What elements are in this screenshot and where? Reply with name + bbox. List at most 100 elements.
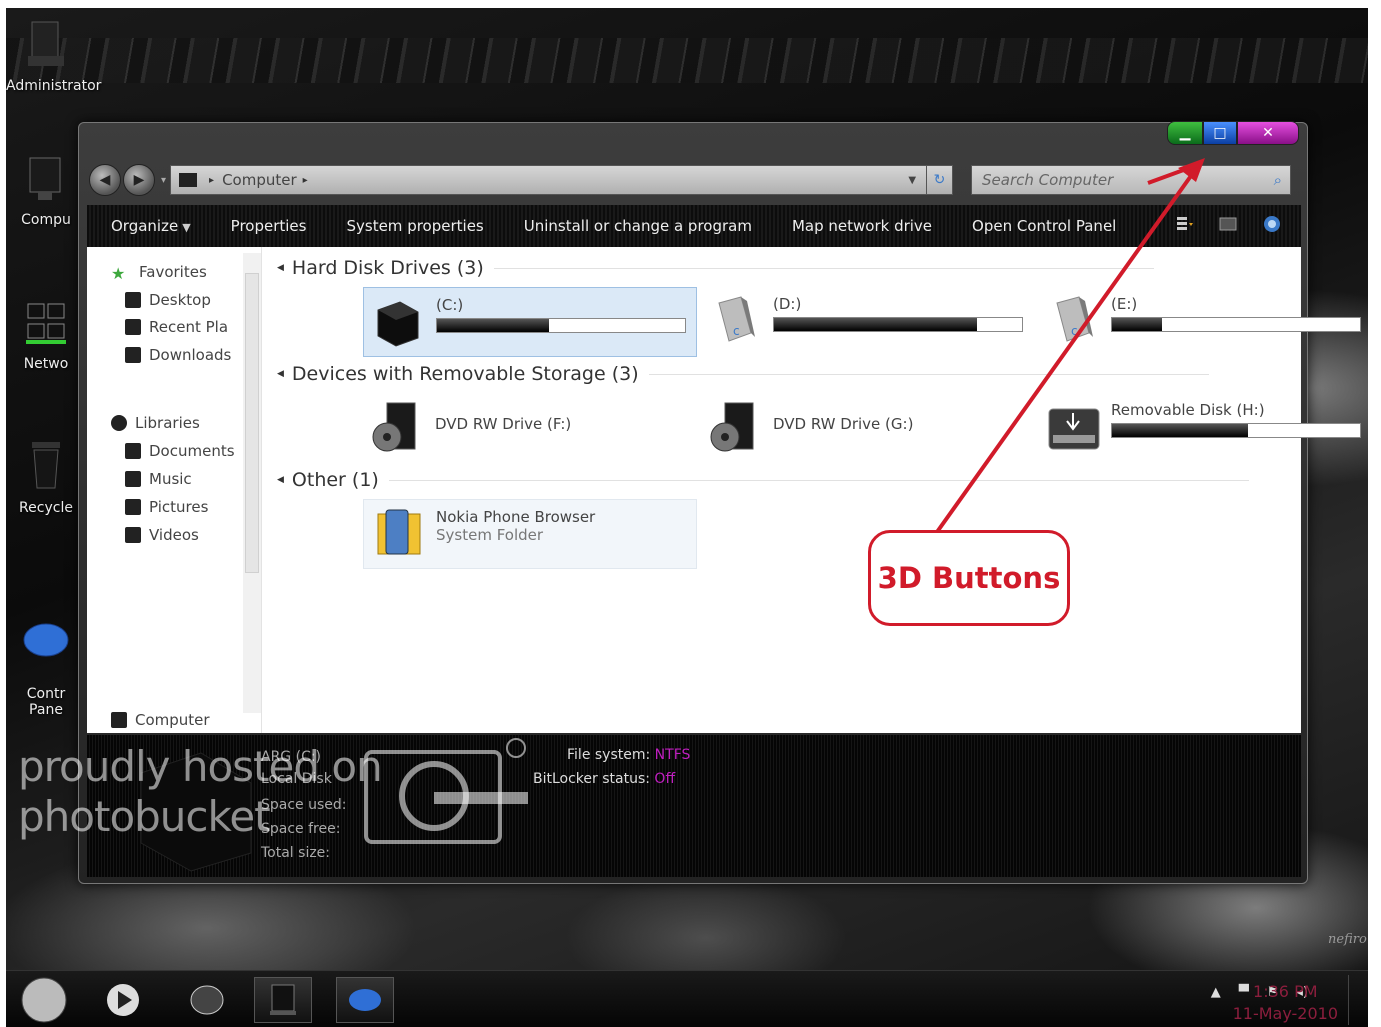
minimize-icon: ▁ [1179,125,1191,141]
group-header-hdd[interactable]: ◀ Hard Disk Drives (3) [277,257,1287,279]
map-network-drive-button[interactable]: Map network drive [792,217,932,235]
drive-usage-fill [1112,318,1162,331]
nav-label: Music [149,470,192,488]
address-dropdown-icon[interactable]: ▼ [908,175,916,186]
chevron-down-icon: ▼ [182,221,191,234]
drive-label: (C:) [436,296,464,314]
group-divider [493,267,1154,269]
watermark-line1: proudly hosted on [18,742,383,791]
collapse-icon: ◀ [277,263,284,273]
uninstall-label: Uninstall or change a program [523,217,752,235]
nav-label: Computer [135,711,210,729]
drive-label: (D:) [773,295,802,313]
taskbar-app[interactable] [178,977,236,1023]
group-title: Other (1) [291,469,379,491]
drive-f[interactable]: DVD RW Drive (F:) [363,393,697,463]
clock[interactable]: 1:36 PM 11-May-2010 [1233,981,1338,1025]
system-properties-label: System properties [346,217,484,235]
bitlocker-value: Off [654,771,676,787]
refresh-button[interactable]: ↻ [927,165,954,195]
help-icon[interactable] [1263,215,1281,233]
breadcrumb-separator-icon[interactable]: ▸ [209,175,214,186]
open-control-panel-button[interactable]: Open Control Panel [972,217,1116,235]
downloads-icon [125,347,141,363]
minimize-button[interactable]: ▁ [1167,121,1203,145]
group-title: Devices with Removable Storage (3) [291,363,639,385]
scrollbar-thumb[interactable] [245,273,259,573]
drive-c[interactable]: (C:) [363,287,697,357]
nav-label: Favorites [139,263,207,281]
item-type: System Folder [436,526,544,544]
system-properties-button[interactable]: System properties [346,217,483,235]
group-divider [648,373,1209,375]
drive-usage-bar [436,318,686,333]
properties-button[interactable]: Properties [231,217,307,235]
computer-icon [6,154,86,208]
music-icon [125,471,141,487]
desktop-icon-label: Contr Pane [26,686,66,718]
camera-logo-icon [364,738,528,844]
content-area: ★ Favorites Desktop Recent Pla Downloads … [87,247,1361,733]
organize-button[interactable]: Organize ▼ [111,217,191,235]
nokia-phone-browser[interactable]: Nokia Phone Browser System Folder [363,499,697,569]
desktop-icon [125,292,141,308]
taskbar-media-player[interactable] [94,977,152,1023]
watermark-line2: photobucket [18,792,271,841]
back-button[interactable]: ◀ [89,164,121,196]
search-icon[interactable]: ⌕ [1274,171,1282,189]
file-list-pane: ◀ Hard Disk Drives (3) (C:) c (D:) c (E:… [277,247,1361,733]
helmet-icon [190,985,224,1015]
drive-usage-bar [1111,423,1361,438]
taskbar: ▲ ▀ ⚑ ◂) 1:36 PM 11-May-2010 [6,970,1368,1027]
drive-usage-fill [774,318,978,331]
search-input[interactable]: Search Computer ⌕ [971,165,1292,195]
corner-signature: nefiro [1328,932,1367,947]
drive-d[interactable]: c (D:) [701,287,1035,357]
desktop-icon-computer[interactable]: Compu [6,154,86,228]
recent-pages-dropdown[interactable]: ▾ [161,175,166,186]
network-icon [6,300,86,352]
desktop-icon-administrator[interactable]: Administrator [6,18,101,94]
nav-label: Recent Pla [149,318,229,336]
drive-h[interactable]: Removable Disk (H:) [1039,393,1373,463]
close-button[interactable]: ✕ [1237,121,1299,145]
drive-image-icon: c [718,296,755,342]
start-orb-icon [21,977,67,1023]
control-panel-label: Open Control Panel [972,217,1117,235]
usb-drive-icon [1048,408,1100,450]
desktop-icon-label: Compu [21,212,71,228]
computer-icon [270,984,296,1015]
details-bitlocker: BitLocker status: Off [533,771,675,787]
refresh-icon: ↻ [933,172,946,188]
group-header-removable[interactable]: ◀ Devices with Removable Storage (3) [277,363,1287,385]
uninstall-program-button[interactable]: Uninstall or change a program [524,217,752,235]
close-icon: ✕ [1262,125,1274,141]
media-player-icon [107,984,139,1016]
drive-usage-fill [1112,424,1249,437]
address-bar[interactable]: ▸ Computer ▸ ▼ [170,165,928,195]
group-header-other[interactable]: ◀ Other (1) [277,469,1287,491]
breadcrumb-separator-icon[interactable]: ▸ [303,175,308,186]
forward-arrow-icon: ▶ [133,172,145,188]
desktop-icon-network[interactable]: Netwo [6,300,86,372]
preview-pane-icon[interactable] [1219,215,1237,233]
nav-label: Videos [149,526,199,544]
show-desktop-button[interactable] [1348,975,1366,1025]
show-hidden-icons-icon[interactable]: ▲ [1211,985,1221,1000]
taskbar-explorer[interactable] [254,977,312,1023]
start-button[interactable] [14,977,74,1023]
drive-e[interactable]: c (E:) [1039,287,1373,357]
breadcrumb-computer[interactable]: Computer [222,171,297,189]
forward-button[interactable]: ▶ [123,164,155,196]
nav-computer[interactable]: Computer [111,711,266,729]
desktop-icon-recycle-bin[interactable]: Recycle [6,438,86,516]
maximize-button[interactable]: □ [1203,121,1237,145]
decorative-band [6,38,1368,83]
change-view-icon[interactable] [1175,215,1193,233]
desktop-icon-control-panel[interactable]: Contr Pane [6,586,86,718]
taskbar-control-panel[interactable] [336,977,394,1023]
navpane-scrollbar[interactable] [243,253,261,713]
drive-g[interactable]: DVD RW Drive (G:) [701,393,1035,463]
user-folder-icon [6,18,86,74]
control-panel-icon [6,602,86,666]
